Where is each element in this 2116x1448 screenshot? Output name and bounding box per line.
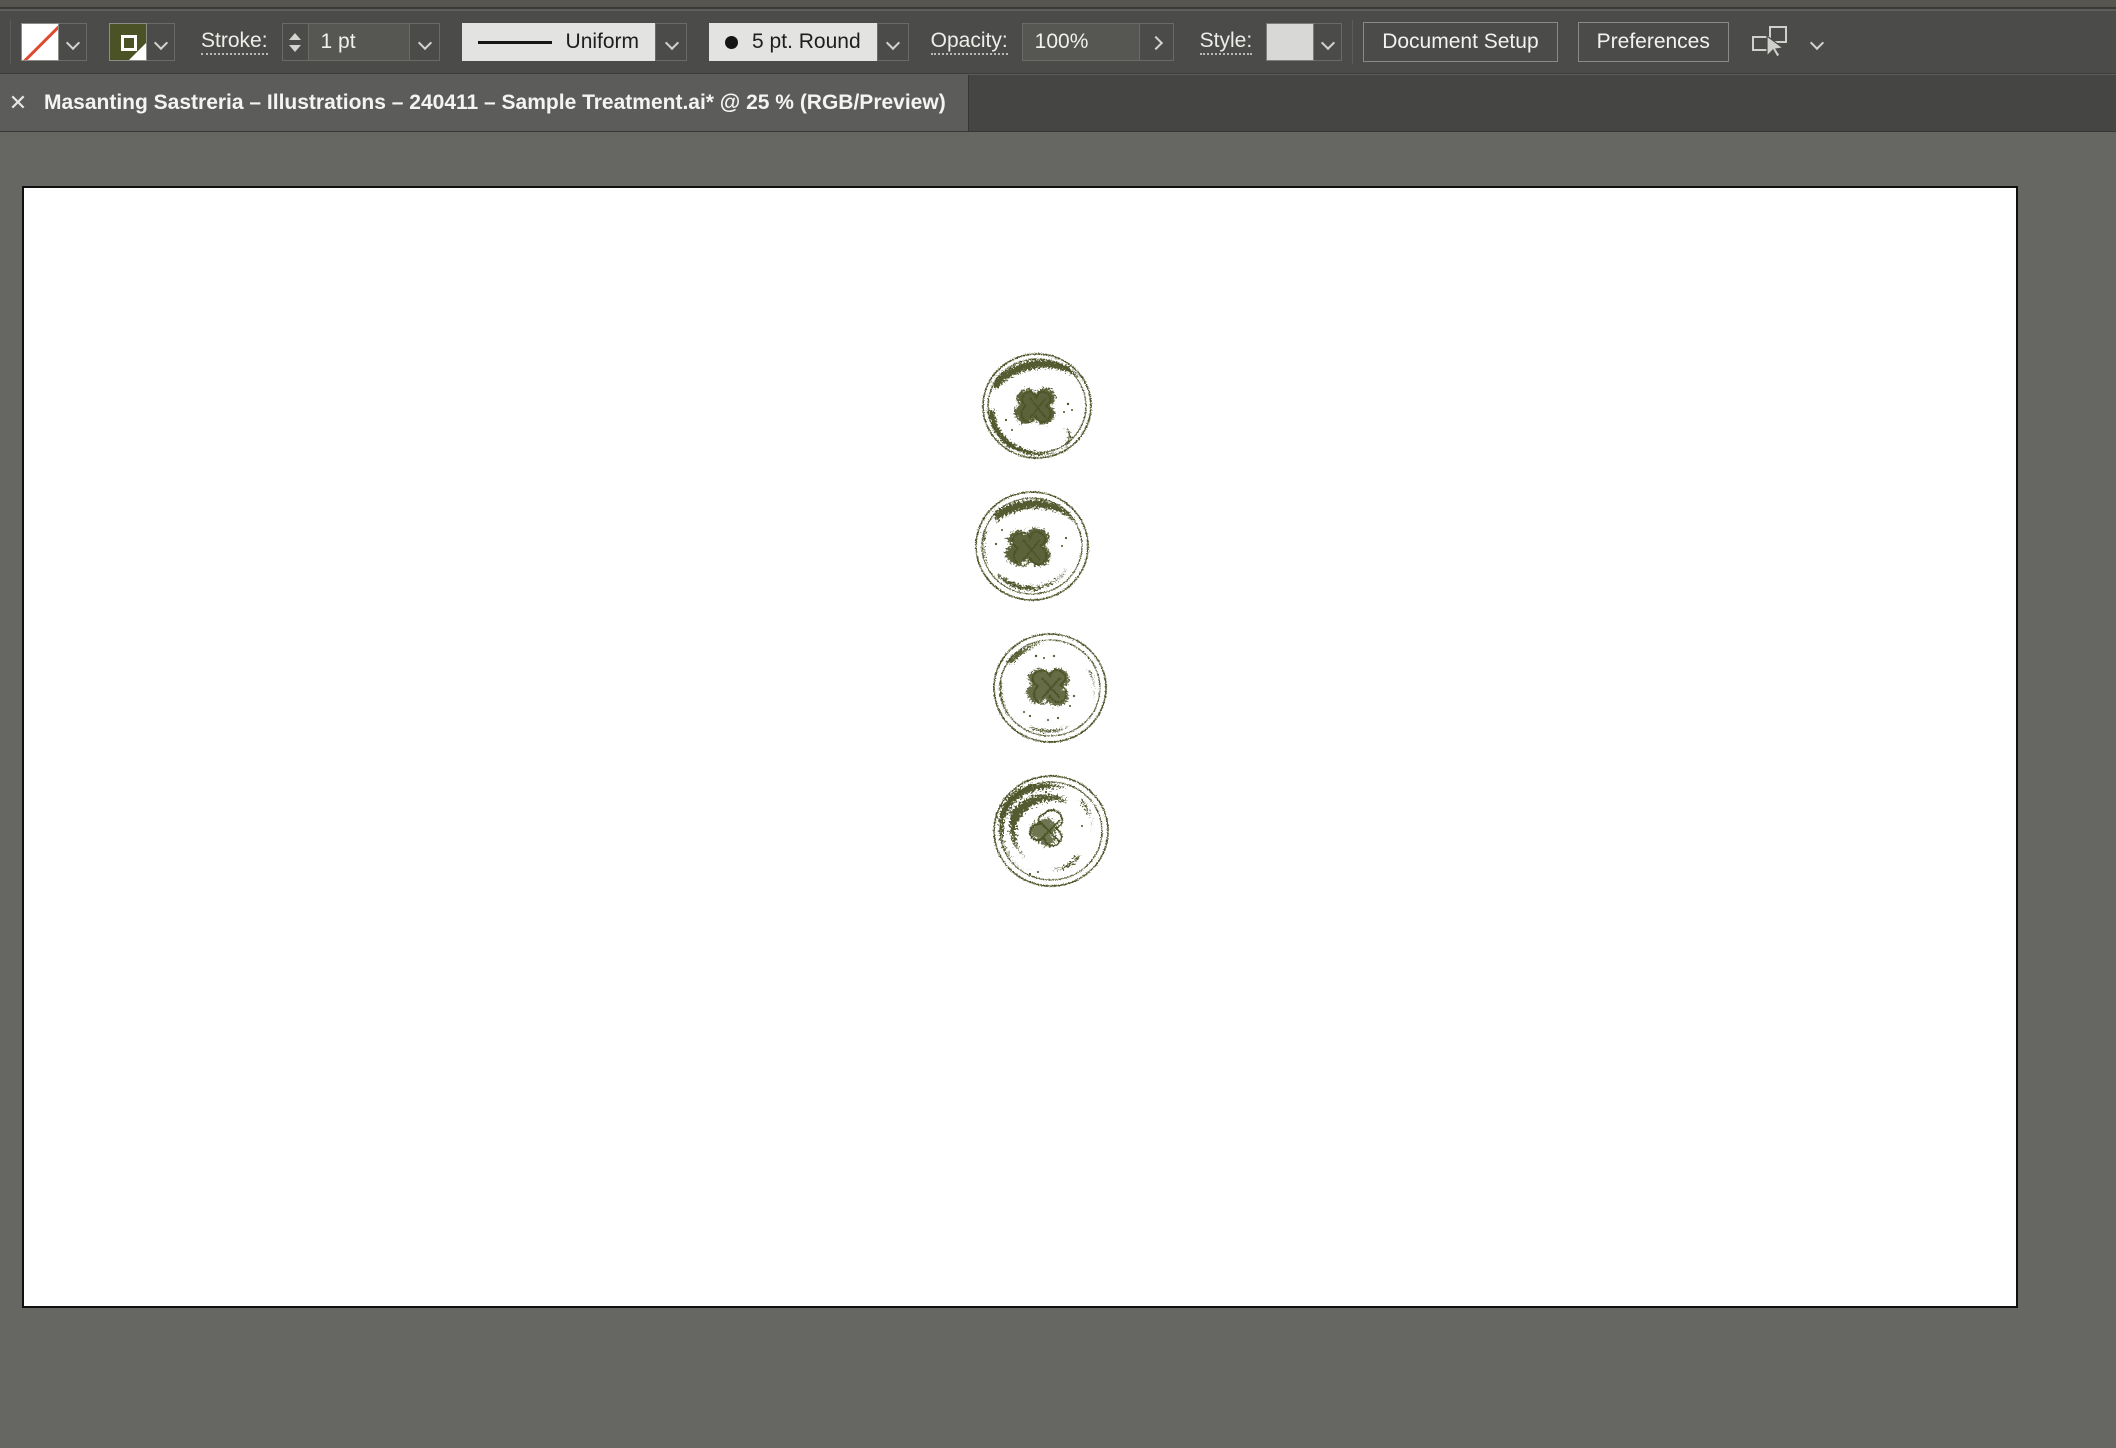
- preferences-button[interactable]: Preferences: [1578, 22, 1729, 62]
- document-tab-bar: ✕ Masanting Sastreria – Illustrations – …: [0, 75, 2116, 132]
- document-tab-active[interactable]: ✕ Masanting Sastreria – Illustrations – …: [0, 75, 969, 131]
- variable-width-profile-label: Uniform: [566, 30, 640, 54]
- chevron-down-icon: [155, 37, 166, 48]
- control-bar: Stroke: 1 pt Uniform 5 pt. Round: [0, 11, 2116, 74]
- opacity-value[interactable]: 100%: [1023, 24, 1139, 60]
- stroke-weight-stepper[interactable]: [283, 24, 309, 60]
- uniform-width-line-icon: [478, 41, 552, 44]
- select-similar-objects-icon[interactable]: [1751, 23, 1793, 61]
- none-slash-icon: [23, 24, 59, 61]
- variable-width-profile-body[interactable]: Uniform: [462, 23, 656, 61]
- stroke-swatch-group[interactable]: [109, 23, 175, 61]
- chevron-down-icon: [887, 37, 898, 48]
- opacity-label[interactable]: Opacity:: [931, 29, 1008, 55]
- caret-down-icon[interactable]: [289, 45, 301, 52]
- brush-definition-body[interactable]: 5 pt. Round: [709, 23, 877, 61]
- stroke-weight-dropdown-button[interactable]: [409, 24, 439, 60]
- select-similar-dropdown-button[interactable]: [1803, 23, 1831, 61]
- application-title-strip: [0, 0, 2116, 9]
- round-brush-dot-icon: [725, 36, 738, 49]
- artboard[interactable]: [22, 186, 2018, 1308]
- button-illustration-4[interactable]: [986, 770, 1116, 892]
- brush-dropdown-button[interactable]: [877, 23, 909, 61]
- variable-width-profile-dropdown[interactable]: Uniform: [462, 23, 688, 61]
- stroke-color-swatch[interactable]: [109, 23, 147, 61]
- fill-swatch-group[interactable]: [21, 23, 87, 61]
- chevron-down-icon: [67, 37, 78, 48]
- graphic-style-swatch[interactable]: [1266, 23, 1314, 61]
- button-illustration-2[interactable]: [968, 486, 1096, 606]
- style-label: Style:: [1200, 29, 1253, 55]
- chevron-down-icon: [1322, 37, 1333, 48]
- chevron-down-icon: [419, 37, 430, 48]
- fill-none-swatch[interactable]: [21, 23, 59, 61]
- button-illustration-3[interactable]: [986, 628, 1114, 748]
- brush-definition-dropdown[interactable]: 5 pt. Round: [709, 23, 909, 61]
- stroke-weight-value[interactable]: 1 pt: [309, 24, 409, 60]
- chevron-down-icon: [1811, 37, 1822, 48]
- chevron-down-icon: [666, 37, 677, 48]
- stroke-dropdown-button[interactable]: [147, 23, 175, 61]
- stroke-weight-field[interactable]: 1 pt: [282, 23, 440, 61]
- canvas-area[interactable]: [0, 132, 2116, 1448]
- caret-up-icon[interactable]: [289, 33, 301, 40]
- button-illustration-1[interactable]: [976, 348, 1098, 464]
- artwork-stack: [924, 348, 1124, 914]
- stroke-label[interactable]: Stroke:: [201, 29, 268, 55]
- opacity-field[interactable]: 100%: [1022, 23, 1174, 61]
- brush-definition-label: 5 pt. Round: [752, 30, 861, 54]
- opacity-panel-button[interactable]: [1139, 24, 1173, 60]
- document-tab-title: Masanting Sastreria – Illustrations – 24…: [44, 91, 946, 115]
- fill-dropdown-button[interactable]: [59, 23, 87, 61]
- graphic-style-dropdown[interactable]: [1266, 23, 1342, 61]
- control-bar-divider: [1352, 20, 1353, 64]
- swatch-corner-icon: [129, 43, 146, 60]
- graphic-style-dropdown-button[interactable]: [1314, 23, 1342, 61]
- control-bar-divider: [10, 20, 11, 64]
- close-icon[interactable]: ✕: [8, 92, 28, 114]
- variable-width-dropdown-button[interactable]: [655, 23, 687, 61]
- document-setup-button[interactable]: Document Setup: [1363, 22, 1557, 62]
- chevron-right-icon: [1151, 37, 1162, 48]
